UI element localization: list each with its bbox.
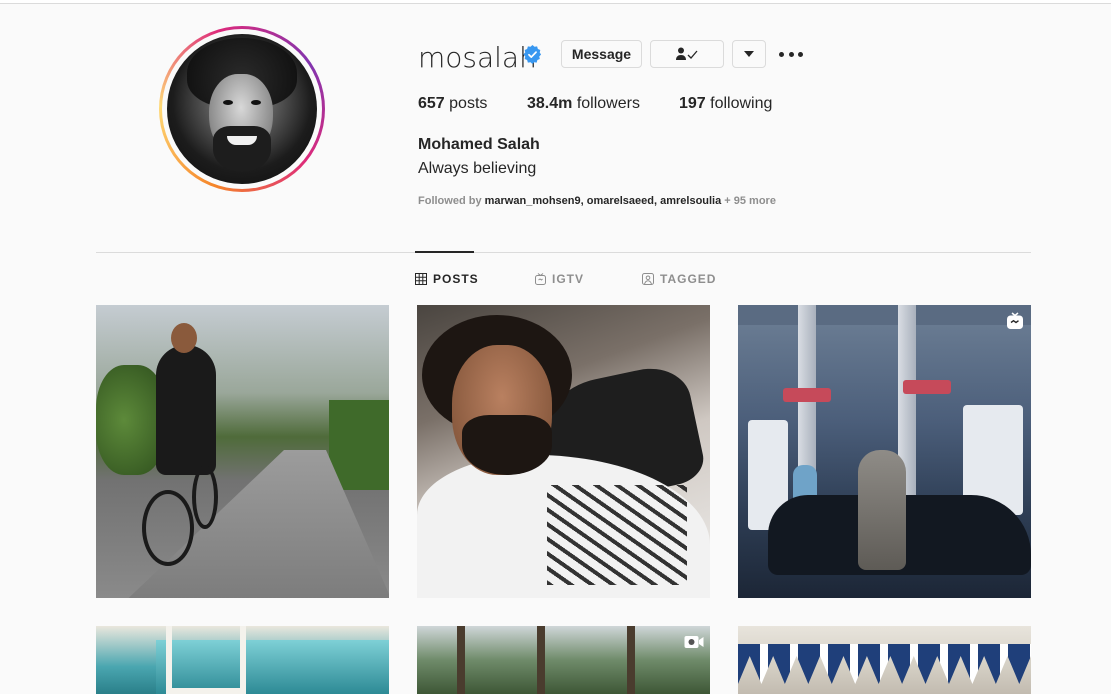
caret-down-icon	[744, 51, 754, 57]
suggested-dropdown-button[interactable]	[732, 40, 766, 68]
post-thumbnail-5[interactable]	[417, 626, 710, 694]
avatar-photo	[167, 34, 317, 184]
profile-username: mosalah	[418, 41, 537, 74]
tab-posts[interactable]: POSTS	[415, 272, 479, 286]
message-button[interactable]: Message	[561, 40, 642, 68]
igtv-icon	[1007, 312, 1023, 329]
followed-by-text[interactable]: Followed by marwan_mohsen9, omarelsaeed,…	[418, 195, 776, 207]
posts-count: 657 posts	[418, 95, 488, 112]
profile-bio: Always believing	[418, 160, 537, 177]
person-check-icon	[676, 47, 698, 60]
profile-full-name: Mohamed Salah	[418, 136, 540, 153]
more-options-icon[interactable]	[779, 44, 803, 64]
igtv-icon	[535, 273, 546, 285]
video-icon	[684, 636, 704, 648]
tab-tagged[interactable]: TAGGED	[642, 272, 716, 286]
followers-link[interactable]: 38.4m followers	[527, 95, 640, 113]
post-thumbnail-6[interactable]	[738, 626, 1031, 694]
tabs-divider	[96, 252, 1031, 253]
profile-avatar[interactable]	[159, 26, 325, 192]
tab-igtv[interactable]: IGTV	[535, 272, 584, 286]
active-tab-indicator	[415, 251, 474, 253]
following-link[interactable]: 197 following	[679, 95, 772, 113]
tagged-icon	[642, 273, 654, 285]
post-thumbnail-1[interactable]	[96, 305, 389, 598]
post-thumbnail-4[interactable]	[96, 626, 389, 694]
followed-by-names[interactable]: marwan_mohsen9, omarelsaeed, amrelsoulia	[485, 195, 722, 207]
post-thumbnail-2[interactable]	[417, 305, 710, 598]
top-nav-border	[0, 0, 1111, 4]
post-thumbnail-3[interactable]	[738, 305, 1031, 598]
grid-icon	[415, 273, 427, 285]
verified-badge-icon	[523, 45, 542, 64]
following-button[interactable]	[650, 40, 724, 68]
